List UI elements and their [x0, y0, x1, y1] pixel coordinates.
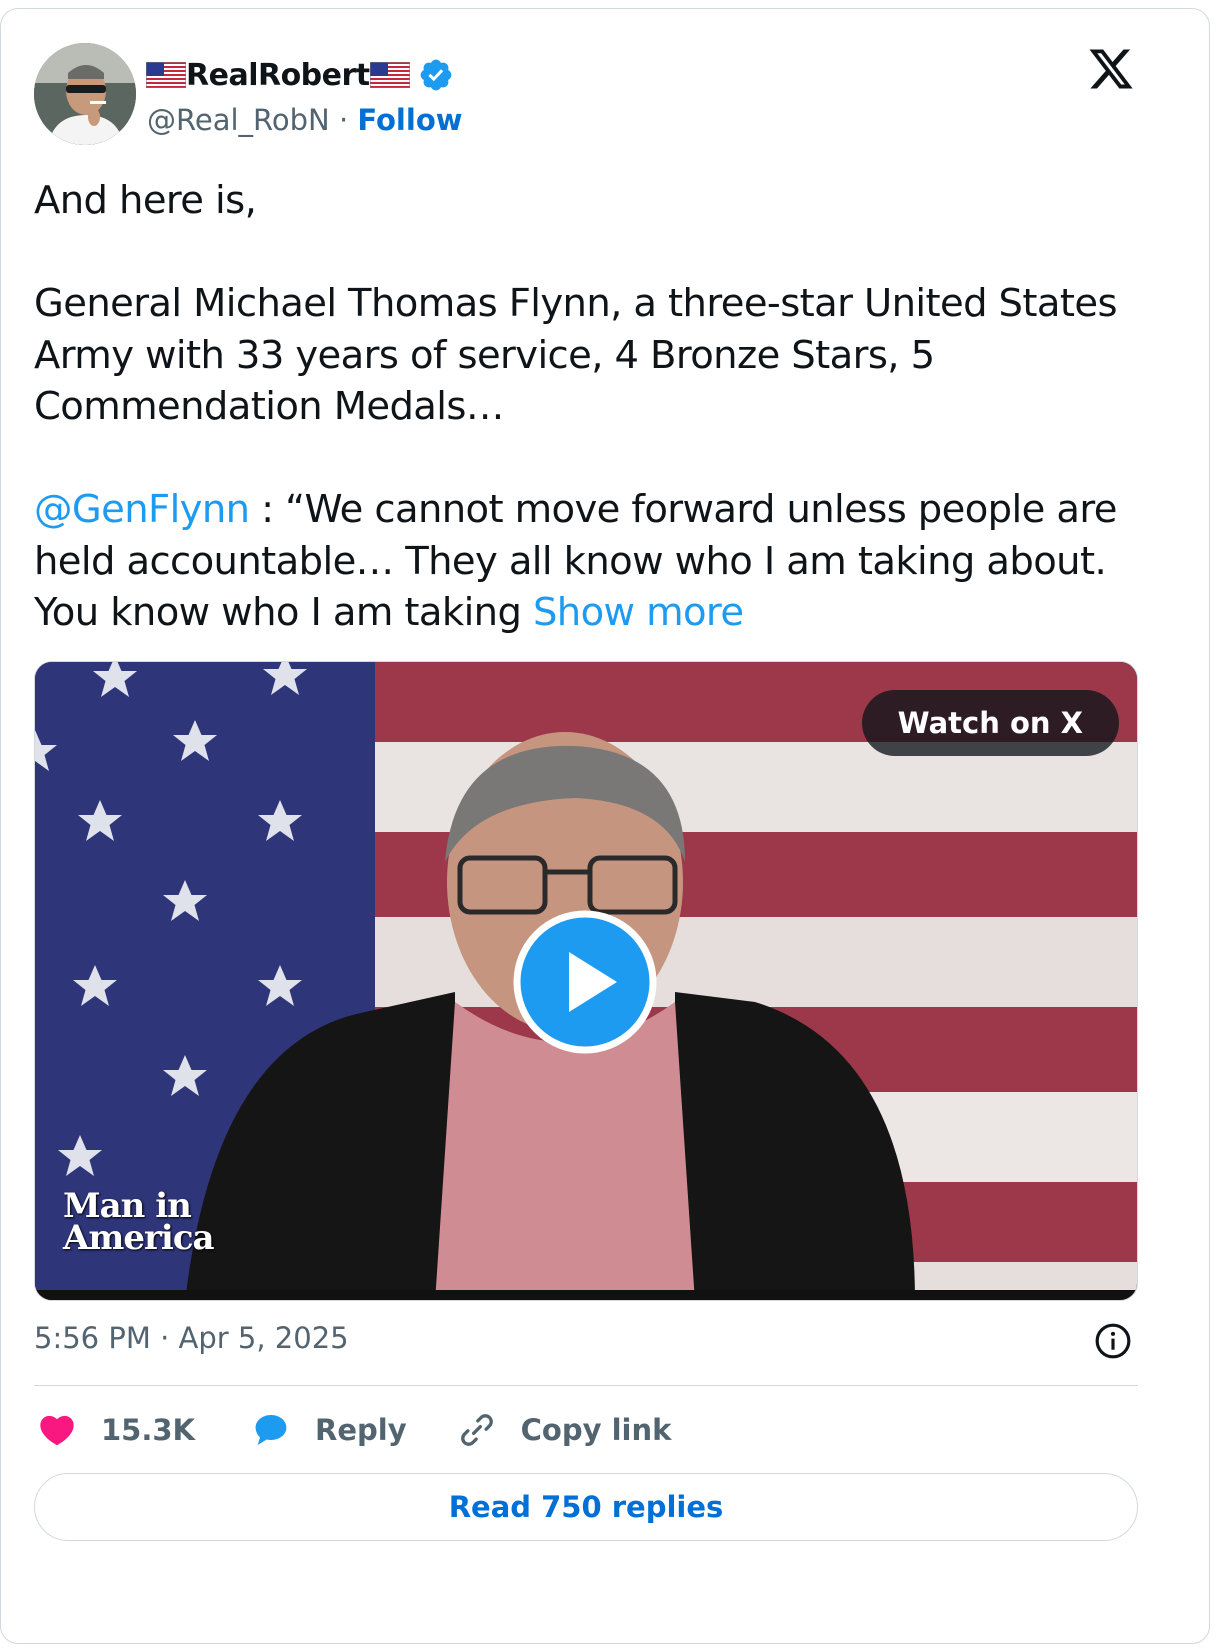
man-in-america-watermark: Man in America [63, 1189, 215, 1258]
read-replies-button[interactable]: Read 750 replies [34, 1473, 1138, 1541]
action-bar: 15.3K Reply Copy link [37, 1405, 671, 1455]
tweet-line-1: And here is, [34, 178, 257, 223]
author-display-name[interactable]: RealRobert [186, 58, 370, 93]
play-icon[interactable] [513, 910, 657, 1054]
tweet-timestamp[interactable]: 5:56 PM · Apr 5, 2025 [34, 1321, 349, 1355]
avatar[interactable] [34, 43, 136, 145]
separator: · [338, 103, 349, 137]
reply-bubble-icon [255, 1415, 287, 1445]
info-icon[interactable] [1094, 1322, 1132, 1360]
watermark-line-2: America [63, 1218, 215, 1258]
copy-link-button[interactable]: Copy link [457, 1410, 672, 1450]
reply-button[interactable]: Reply [251, 1410, 407, 1450]
us-flag-icon [369, 62, 410, 88]
tweet-text: And here is, General Michael Thomas Flyn… [34, 175, 1154, 639]
tweet-paragraph-2: General Michael Thomas Flynn, a three-st… [34, 281, 1118, 429]
verified-badge-icon [420, 59, 452, 91]
tweet-card: RealRobert @Real_RobN · Follow And here … [0, 8, 1210, 1644]
tweet-date: Apr 5, 2025 [178, 1321, 349, 1355]
watch-on-x-button[interactable]: Watch on X [861, 690, 1119, 756]
tweet-time: 5:56 PM [34, 1321, 151, 1355]
us-flag-icon [146, 62, 186, 88]
copy-link-label: Copy link [520, 1413, 672, 1447]
link-icon [460, 1414, 493, 1446]
heart-icon [40, 1415, 74, 1446]
author-handle-row: @Real_RobN · Follow [147, 103, 463, 137]
divider [34, 1385, 1138, 1386]
show-more-link[interactable]: Show more [533, 590, 744, 635]
separator: · [160, 1321, 170, 1355]
x-logo-icon[interactable] [1087, 45, 1135, 93]
video-player[interactable]: Watch on X Man in America [34, 661, 1138, 1301]
reply-label: Reply [315, 1413, 407, 1447]
tweet-paragraph-3: @GenFlynn : “We cannot move forward unle… [34, 484, 1154, 639]
mention-link[interactable]: @GenFlynn [34, 487, 250, 532]
author-handle[interactable]: @Real_RobN [147, 103, 330, 137]
avatar-image [34, 43, 136, 145]
author-name-row[interactable]: RealRobert [146, 53, 454, 97]
like-button[interactable]: 15.3K [37, 1410, 195, 1450]
like-count: 15.3K [101, 1413, 196, 1447]
follow-button[interactable]: Follow [357, 103, 462, 137]
